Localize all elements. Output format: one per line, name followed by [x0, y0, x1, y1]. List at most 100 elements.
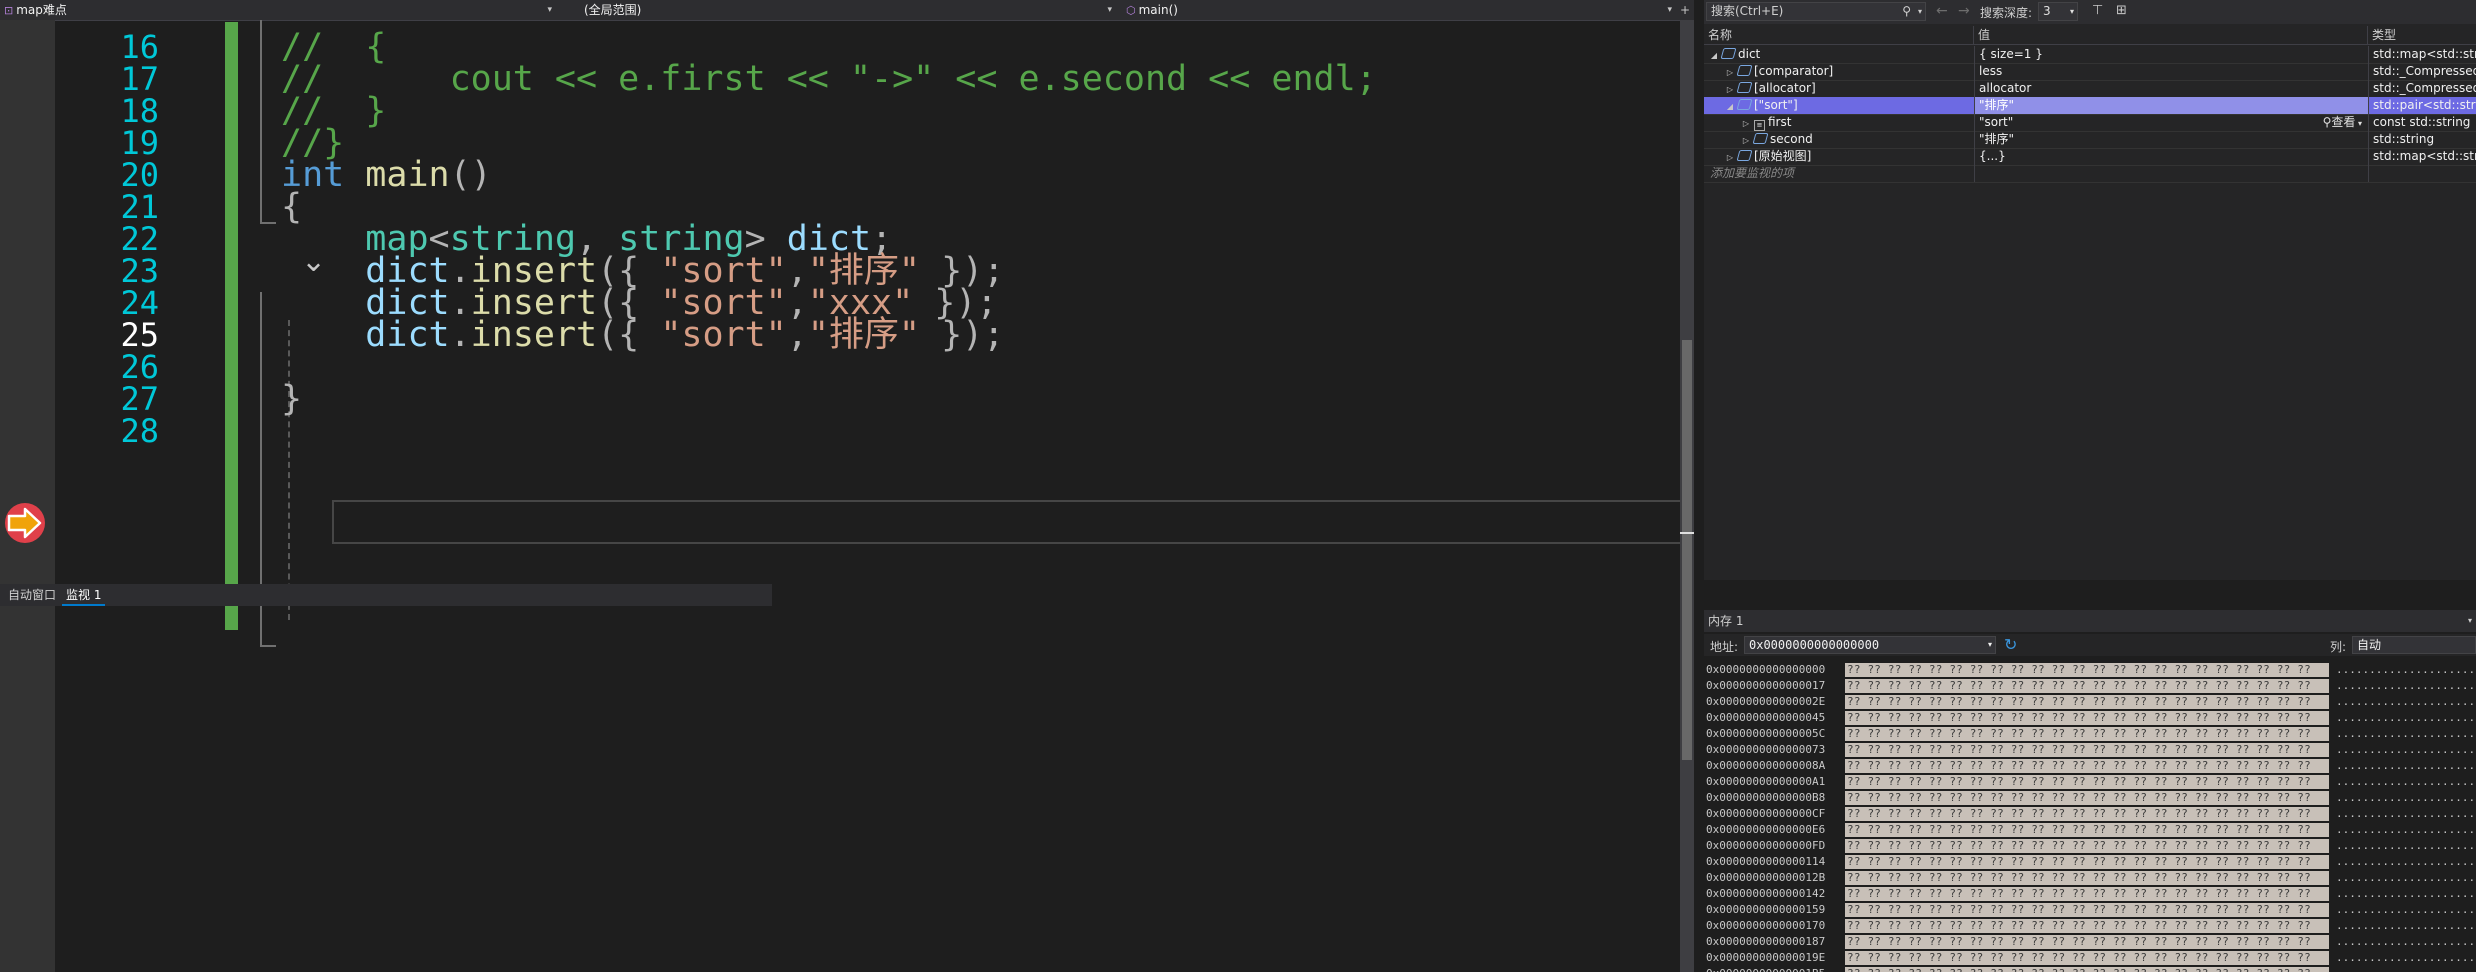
search-icon[interactable]: ⚲: [1902, 3, 1911, 20]
memory-row[interactable]: 0x0000000000000000 ?? ?? ?? ?? ?? ?? ?? ?…: [1704, 662, 2476, 678]
watch-row[interactable]: ▷ ≡ first "sort" ⚲查看 ▾ const std::string: [1704, 114, 2476, 132]
expand-arrow-icon[interactable]: ▷: [1740, 115, 1752, 131]
arrow-right-icon[interactable]: →: [1958, 3, 1970, 19]
memory-row[interactable]: 0x00000000000000FD ?? ?? ?? ?? ?? ?? ?? ?…: [1704, 838, 2476, 854]
memory-bytes[interactable]: ?? ?? ?? ?? ?? ?? ?? ?? ?? ?? ?? ?? ?? ?…: [1845, 759, 2329, 773]
watch-value-cell[interactable]: "排序": [1974, 131, 2368, 148]
memory-row[interactable]: 0x00000000000000A1 ?? ?? ?? ?? ?? ?? ?? ?…: [1704, 774, 2476, 790]
memory-bytes[interactable]: ?? ?? ?? ?? ?? ?? ?? ?? ?? ?? ?? ?? ?? ?…: [1845, 935, 2329, 949]
expand-arrow-icon[interactable]: ▷: [1724, 81, 1736, 97]
watch-value-cell[interactable]: less: [1974, 63, 2368, 80]
memory-bytes[interactable]: ?? ?? ?? ?? ?? ?? ?? ?? ?? ?? ?? ?? ?? ?…: [1845, 919, 2329, 933]
column-header-value[interactable]: 值: [1974, 26, 2368, 44]
watch-row[interactable]: ▷ [comparator] less std::_Compressed_pa: [1704, 63, 2476, 81]
columns-icon[interactable]: ⊞: [2116, 3, 2127, 18]
memory-row[interactable]: 0x0000000000000142 ?? ?? ?? ?? ?? ?? ?? ?…: [1704, 886, 2476, 902]
memory-row[interactable]: 0x0000000000000045 ?? ?? ?? ?? ?? ?? ?? ?…: [1704, 710, 2476, 726]
memory-row[interactable]: 0x0000000000000159 ?? ?? ?? ?? ?? ?? ?? ?…: [1704, 902, 2476, 918]
expand-arrow-icon[interactable]: ▷: [1724, 64, 1736, 80]
memory-row[interactable]: 0x000000000000012B ?? ?? ?? ?? ?? ?? ?? ?…: [1704, 870, 2476, 886]
address-input[interactable]: 0x0000000000000000 ▾: [1744, 636, 1996, 654]
function-dropdown[interactable]: ⬡ main() ▾: [1122, 0, 1676, 20]
code-editor[interactable]: ⊡ map难点 ▾ (全局范围) ▾ ⬡ main() ▾ + ⌄ 16// {17…: [0, 0, 1694, 972]
watch-search-placeholder: 搜索(Ctrl+E): [1711, 4, 1784, 18]
refresh-icon[interactable]: ↻: [2004, 636, 2017, 654]
memory-row[interactable]: 0x0000000000000114 ?? ?? ?? ?? ?? ?? ?? ?…: [1704, 854, 2476, 870]
column-header-name[interactable]: 名称: [1704, 26, 1974, 44]
pin-icon[interactable]: ⊤: [2092, 3, 2103, 18]
code-text: // cout << e.first << "->" << e.second <…: [281, 54, 1377, 104]
expand-arrow-icon[interactable]: ▷: [1740, 132, 1752, 148]
memory-bytes[interactable]: ?? ?? ?? ?? ?? ?? ?? ?? ?? ?? ?? ?? ?? ?…: [1845, 807, 2329, 821]
chevron-down-icon[interactable]: ▾: [2468, 610, 2472, 632]
memory-bytes[interactable]: ?? ?? ?? ?? ?? ?? ?? ?? ?? ?? ?? ?? ?? ?…: [1845, 663, 2329, 677]
watch-name: dict: [1738, 47, 1761, 61]
memory-row[interactable]: 0x0000000000000073 ?? ?? ?? ?? ?? ?? ?? ?…: [1704, 742, 2476, 758]
memory-bytes[interactable]: ?? ?? ?? ?? ?? ?? ?? ?? ?? ?? ?? ?? ?? ?…: [1845, 775, 2329, 789]
watch-row[interactable]: ▷ [原始视图] {...} std::map<std::string: [1704, 148, 2476, 166]
add-watch-row[interactable]: 添加要监视的项: [1704, 165, 2476, 183]
watch-search-input[interactable]: 搜索(Ctrl+E) ⚲ ▾: [1706, 2, 1926, 21]
watch-value-cell[interactable]: {...}: [1974, 148, 2368, 165]
memory-bytes[interactable]: ?? ?? ?? ?? ?? ?? ?? ?? ?? ?? ?? ?? ?? ?…: [1845, 679, 2329, 693]
memory-chars: .......................: [2336, 935, 2476, 948]
watch-value-cell[interactable]: { size=1 }: [1974, 46, 2368, 63]
watch-row[interactable]: ▷ second "排序" std::string: [1704, 131, 2476, 149]
memory-bytes[interactable]: ?? ?? ?? ?? ?? ?? ?? ?? ?? ?? ?? ?? ?? ?…: [1845, 903, 2329, 917]
watch-value-cell[interactable]: allocator: [1974, 80, 2368, 97]
memory-address: 0x00000000000000CF: [1706, 807, 1826, 820]
chevron-down-icon: ▾: [2069, 7, 2074, 16]
memory-row[interactable]: 0x00000000000000E6 ?? ?? ?? ?? ?? ?? ?? ?…: [1704, 822, 2476, 838]
memory-row[interactable]: 0x0000000000000170 ?? ?? ?? ?? ?? ?? ?? ?…: [1704, 918, 2476, 934]
watch-row[interactable]: ◢ ["sort"] "排序" std::pair<std::string: [1704, 97, 2476, 115]
vertical-scrollbar[interactable]: [1680, 20, 1694, 972]
watch-row[interactable]: ▷ [allocator] allocator std::_Compressed_pa: [1704, 80, 2476, 98]
arrow-left-icon[interactable]: ←: [1936, 3, 1948, 19]
watch-value-cell[interactable]: "sort" ⚲查看 ▾: [1974, 114, 2368, 131]
scrollbar-thumb[interactable]: [1682, 340, 1692, 760]
memory-row[interactable]: 0x00000000000000CF ?? ?? ?? ?? ?? ?? ?? ?…: [1704, 806, 2476, 822]
memory-bytes[interactable]: ?? ?? ?? ?? ?? ?? ?? ?? ?? ?? ?? ?? ?? ?…: [1845, 791, 2329, 805]
memory-row[interactable]: 0x000000000000008A ?? ?? ?? ?? ?? ?? ?? ?…: [1704, 758, 2476, 774]
columns-dropdown[interactable]: 自动: [2352, 636, 2476, 654]
search-depth-dropdown[interactable]: 3 ▾: [2038, 2, 2078, 21]
columns-label: 列:: [2330, 640, 2347, 654]
memory-bytes[interactable]: ?? ?? ?? ?? ?? ?? ?? ?? ?? ?? ?? ?? ?? ?…: [1845, 695, 2329, 709]
breakpoint-margin[interactable]: [0, 20, 55, 972]
watch-value-cell[interactable]: "排序": [1974, 97, 2368, 114]
memory-bytes[interactable]: ?? ?? ?? ?? ?? ?? ?? ?? ?? ?? ?? ?? ?? ?…: [1845, 871, 2329, 885]
memory-bytes[interactable]: ?? ?? ?? ?? ?? ?? ?? ?? ?? ?? ?? ?? ?? ?…: [1845, 727, 2329, 741]
memory-bytes[interactable]: ?? ?? ?? ?? ?? ?? ?? ?? ?? ?? ?? ?? ?? ?…: [1845, 951, 2329, 965]
memory-bytes[interactable]: ?? ?? ?? ?? ?? ?? ?? ?? ?? ?? ?? ?? ?? ?…: [1845, 823, 2329, 837]
memory-bytes[interactable]: ?? ?? ?? ?? ?? ?? ?? ?? ?? ?? ?? ?? ?? ?…: [1845, 711, 2329, 725]
memory-bytes[interactable]: ?? ?? ?? ?? ?? ?? ?? ?? ?? ?? ?? ?? ?? ?…: [1845, 839, 2329, 853]
tab-watch-1[interactable]: 监视 1: [62, 584, 106, 606]
memory-row[interactable]: 0x00000000000000B8 ?? ?? ?? ?? ?? ?? ?? ?…: [1704, 790, 2476, 806]
memory-row[interactable]: 0x000000000000019E ?? ?? ?? ?? ?? ?? ?? ?…: [1704, 950, 2476, 966]
memory-bytes[interactable]: ?? ?? ?? ?? ?? ?? ?? ?? ?? ?? ?? ?? ?? ?…: [1845, 855, 2329, 869]
memory-row[interactable]: 0x0000000000000187 ?? ?? ?? ?? ?? ?? ?? ?…: [1704, 934, 2476, 950]
memory-bytes[interactable]: ?? ?? ?? ?? ?? ?? ?? ?? ?? ?? ?? ?? ?? ?…: [1845, 743, 2329, 757]
memory-address: 0x000000000000019E: [1706, 951, 1826, 964]
watch-row[interactable]: ◢ dict { size=1 } std::map<std::string: [1704, 46, 2476, 64]
visualizer-button[interactable]: ⚲查看 ▾: [2323, 114, 2362, 131]
memory-address: 0x0000000000000142: [1706, 887, 1826, 900]
collapse-arrow-icon[interactable]: ◢: [1708, 47, 1720, 63]
memory-row[interactable]: 0x00000000000001B5 ?? ?? ?? ?? ?? ?? ?? ?…: [1704, 966, 2476, 972]
collapse-arrow-icon[interactable]: ◢: [1724, 98, 1736, 114]
memory-row[interactable]: 0x000000000000005C ?? ?? ?? ?? ?? ?? ?? ?…: [1704, 726, 2476, 742]
column-header-type[interactable]: 类型: [2368, 26, 2476, 44]
chevron-down-icon[interactable]: ▾: [1918, 3, 1922, 20]
split-editor-icon[interactable]: +: [1678, 0, 1692, 20]
memory-row[interactable]: 0x0000000000000017 ?? ?? ?? ?? ?? ?? ?? ?…: [1704, 678, 2476, 694]
chevron-down-icon[interactable]: ▾: [1988, 637, 1992, 653]
expand-arrow-icon[interactable]: ▷: [1724, 149, 1736, 165]
memory-row[interactable]: 0x000000000000002E ?? ?? ?? ?? ?? ?? ?? ?…: [1704, 694, 2476, 710]
project-dropdown[interactable]: ⊡ map难点 ▾: [0, 0, 556, 20]
scope-dropdown[interactable]: (全局范围) ▾: [576, 0, 1116, 20]
tab-autos[interactable]: 自动窗口: [4, 584, 60, 606]
object-icon: [1720, 48, 1737, 59]
code-text-area[interactable]: ⌄ 16// {17// cout << e.first << "->" << …: [55, 20, 1694, 972]
memory-bytes[interactable]: ?? ?? ?? ?? ?? ?? ?? ?? ?? ?? ?? ?? ?? ?…: [1845, 887, 2329, 901]
memory-bytes[interactable]: ?? ?? ?? ?? ?? ?? ?? ?? ?? ?? ?? ?? ?? ?…: [1845, 967, 2329, 972]
